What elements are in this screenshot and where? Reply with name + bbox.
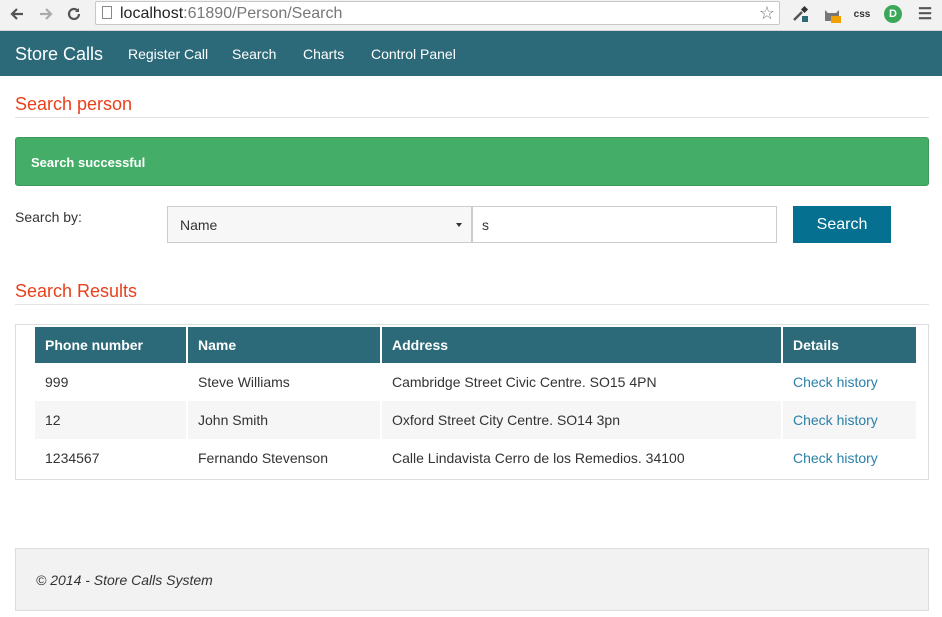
table-row: 1234567 Fernando Stevenson Calle Lindavi… xyxy=(35,439,916,477)
title-divider xyxy=(15,117,929,118)
column-header-details: Details xyxy=(783,327,916,363)
chevron-down-icon xyxy=(456,223,462,227)
cell-name: Fernando Stevenson xyxy=(198,450,328,466)
search-by-select[interactable]: Name xyxy=(167,206,472,243)
check-history-link[interactable]: Check history xyxy=(783,439,916,477)
cell-address: Cambridge Street Civic Centre. SO15 4PN xyxy=(392,374,657,390)
nav-control-panel[interactable]: Control Panel xyxy=(371,46,456,62)
column-header-phone: Phone number xyxy=(35,327,186,363)
address-bar[interactable]: localhost:61890/Person/Search ☆ xyxy=(95,1,780,25)
bookmark-star-icon[interactable]: ☆ xyxy=(759,2,775,24)
app-navbar: Store Calls Register Call Search Charts … xyxy=(0,31,942,76)
cell-phone: 1234567 xyxy=(45,450,100,466)
cat-extension-icon[interactable] xyxy=(822,4,842,24)
cell-address: Calle Lindavista Cerro de los Remedios. … xyxy=(392,450,685,466)
cell-phone: 12 xyxy=(35,401,186,439)
url-text: localhost:61890/Person/Search xyxy=(120,5,343,22)
green-extension-icon[interactable]: D xyxy=(884,5,902,23)
nav-charts[interactable]: Charts xyxy=(303,46,344,62)
search-by-label: Search by: xyxy=(15,209,82,225)
cell-name: John Smith xyxy=(188,401,380,439)
check-history-link[interactable]: Check history xyxy=(783,401,916,439)
check-history-link[interactable]: Check history xyxy=(783,363,916,401)
table-row: 999 Steve Williams Cambridge Street Civi… xyxy=(35,363,916,401)
search-input[interactable] xyxy=(472,206,777,243)
results-divider xyxy=(15,304,929,305)
page-footer: © 2014 - Store Calls System xyxy=(15,548,929,611)
results-title: Search Results xyxy=(15,281,138,301)
column-header-address: Address xyxy=(382,327,781,363)
alert-text: Search successful xyxy=(31,155,146,170)
nav-search[interactable]: Search xyxy=(232,46,276,62)
reload-icon[interactable] xyxy=(63,3,85,25)
table-row: 12 John Smith Oxford Street City Centre.… xyxy=(35,401,916,439)
cell-address: Oxford Street City Centre. SO14 3pn xyxy=(382,401,781,439)
success-alert: Search successful xyxy=(15,137,929,186)
nav-register-call[interactable]: Register Call xyxy=(128,46,208,62)
eyedropper-icon[interactable] xyxy=(790,4,810,24)
column-header-name: Name xyxy=(188,327,380,363)
results-panel: Phone number Name Address Details 999 St… xyxy=(15,324,929,480)
css-extension-icon[interactable]: css xyxy=(852,4,872,24)
footer-text: © 2014 - Store Calls System xyxy=(36,572,213,588)
table-header-row: Phone number Name Address Details xyxy=(35,327,916,363)
back-arrow-icon[interactable] xyxy=(6,3,28,25)
cell-phone: 999 xyxy=(45,374,69,390)
page-title: Search person xyxy=(15,94,133,114)
page-icon xyxy=(102,6,112,19)
cell-name: Steve Williams xyxy=(198,374,290,390)
search-button[interactable]: Search xyxy=(793,206,891,243)
brand-link[interactable]: Store Calls xyxy=(15,44,103,65)
results-table: Phone number Name Address Details 999 St… xyxy=(33,327,918,477)
forward-arrow-icon[interactable] xyxy=(35,3,57,25)
search-by-value: Name xyxy=(180,217,218,233)
menu-icon[interactable]: ☰ xyxy=(915,4,935,24)
browser-toolbar: localhost:61890/Person/Search ☆ css D ☰ xyxy=(0,0,942,31)
